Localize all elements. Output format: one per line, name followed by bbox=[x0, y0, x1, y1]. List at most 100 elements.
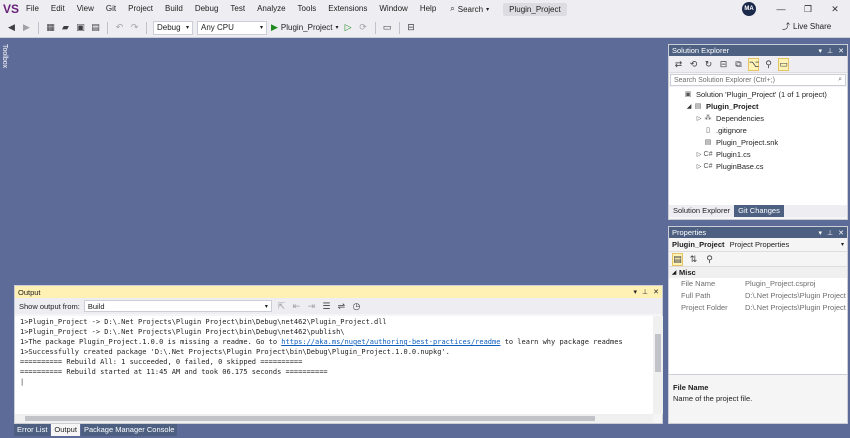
menu-item-test[interactable]: Test bbox=[224, 0, 251, 18]
toolbar-separator bbox=[107, 21, 108, 34]
property-value[interactable]: Plugin_Project.csproj bbox=[745, 278, 847, 290]
horizontal-scrollbar[interactable] bbox=[15, 414, 653, 423]
find-message-icon[interactable]: ⇱ bbox=[276, 301, 287, 312]
tab-error-list[interactable]: Error List bbox=[14, 424, 51, 436]
tab-solution-explorer[interactable]: Solution Explorer bbox=[669, 205, 734, 217]
collapse-all-icon[interactable]: ⊟ bbox=[718, 59, 729, 70]
expand-toggle-icon[interactable]: ◢ bbox=[685, 103, 693, 110]
menu-item-view[interactable]: View bbox=[71, 0, 100, 18]
save-icon[interactable]: ▣ bbox=[75, 22, 86, 33]
tree-item[interactable]: ▷ C# PluginBase.cs bbox=[669, 160, 847, 172]
close-icon[interactable]: ✕ bbox=[838, 47, 844, 55]
tree-item[interactable]: ◢ ▤ Plugin_Project bbox=[669, 100, 847, 112]
tree-item-label: PluginBase.cs bbox=[716, 161, 764, 171]
properties-icon[interactable]: ⚲ bbox=[763, 59, 774, 70]
scrollbar-thumb[interactable] bbox=[25, 416, 595, 421]
properties-object-select[interactable]: Plugin_Project Project Properties ▾ bbox=[669, 238, 847, 252]
solution-explorer-panel: Solution Explorer ▾ ⊥ ✕ ⇄ ⟲ ↻ ⊟ ⧉ ⌥ ⚲ ▭ … bbox=[668, 44, 848, 220]
configuration-select[interactable]: Debug ▾ bbox=[153, 20, 193, 35]
alphabetical-icon[interactable]: ⇅ bbox=[688, 254, 699, 265]
hot-reload-icon[interactable]: ⟳ bbox=[358, 22, 369, 33]
timestamp-icon[interactable]: ◷ bbox=[351, 301, 362, 312]
minimize-button[interactable]: — bbox=[768, 0, 794, 18]
toolbox-strip[interactable]: Toolbox bbox=[0, 40, 12, 90]
output-text[interactable]: 1>Plugin_Project -> D:\.Net Projects\Plu… bbox=[15, 316, 653, 414]
toolbox-tab[interactable]: Toolbox bbox=[1, 44, 8, 68]
scrollbar-thumb[interactable] bbox=[655, 334, 661, 372]
tree-item[interactable]: ▣ Solution 'Plugin_Project' (1 of 1 proje… bbox=[669, 88, 847, 100]
solution-search-input[interactable]: Search Solution Explorer (Ctrl+;) ⌕ bbox=[670, 74, 846, 86]
filter-icon[interactable]: ⌥ bbox=[748, 57, 759, 71]
property-pages-icon[interactable]: ⚲ bbox=[704, 254, 715, 265]
menu-item-debug[interactable]: Debug bbox=[189, 0, 225, 18]
tree-item[interactable]: ▷ C# Plugin1.cs bbox=[669, 148, 847, 160]
visual-studio-logo-icon: VS bbox=[2, 2, 19, 16]
open-folder-icon[interactable]: ▰ bbox=[60, 22, 71, 33]
previous-message-icon[interactable]: ⇤ bbox=[291, 301, 302, 312]
tree-item[interactable]: ▤ Plugin_Project.snk bbox=[669, 136, 847, 148]
property-row[interactable]: Full Path D:\.Net Projects\Plugin Project bbox=[669, 290, 847, 302]
tab-git-changes[interactable]: Git Changes bbox=[734, 205, 784, 217]
tab-output[interactable]: Output bbox=[51, 424, 80, 436]
menu-item-project[interactable]: Project bbox=[122, 0, 159, 18]
close-icon[interactable]: ✕ bbox=[653, 288, 659, 296]
pin-icon[interactable]: ⊥ bbox=[642, 288, 648, 296]
output-line: 1>The package Plugin_Project.1.0.0 is mi… bbox=[20, 337, 648, 347]
property-value[interactable]: D:\.Net Projects\Plugin Project bbox=[745, 302, 847, 314]
window-position-icon[interactable]: ▾ bbox=[819, 47, 823, 55]
close-button[interactable]: ✕ bbox=[822, 0, 848, 18]
pin-icon[interactable]: ⊥ bbox=[827, 229, 833, 237]
menu-item-build[interactable]: Build bbox=[159, 0, 189, 18]
tab-package-manager-console[interactable]: Package Manager Console bbox=[80, 424, 178, 436]
toolbar-separator bbox=[374, 21, 376, 34]
property-value[interactable]: D:\.Net Projects\Plugin Project bbox=[745, 290, 847, 302]
redo-icon[interactable]: ↷ bbox=[129, 22, 140, 33]
property-row[interactable]: Project Folder D:\.Net Projects\Plugin Pr… bbox=[669, 302, 847, 314]
menu-item-help[interactable]: Help bbox=[414, 0, 442, 18]
refresh-icon[interactable]: ↻ bbox=[703, 59, 714, 70]
property-row[interactable]: File Name Plugin_Project.csproj bbox=[669, 278, 847, 290]
next-message-icon[interactable]: ⇥ bbox=[306, 301, 317, 312]
history-icon[interactable]: ⟲ bbox=[688, 59, 699, 70]
start-without-debugging-icon[interactable]: ▷ bbox=[343, 22, 354, 33]
new-project-icon[interactable]: ▦ bbox=[45, 22, 56, 33]
window-position-icon[interactable]: ▾ bbox=[634, 288, 638, 296]
browse-icon[interactable]: ▭ bbox=[382, 22, 393, 33]
layout-icon[interactable]: ⊟ bbox=[406, 22, 417, 33]
output-link[interactable]: https://aka.ms/nuget/authoring-best-prac… bbox=[281, 338, 500, 346]
menu-item-extensions[interactable]: Extensions bbox=[322, 0, 373, 18]
word-wrap-icon[interactable]: ⇌ bbox=[336, 301, 347, 312]
output-source-select[interactable]: Build ▾ bbox=[83, 300, 272, 312]
avatar[interactable]: MA bbox=[742, 2, 756, 16]
back-icon[interactable]: ◀ bbox=[6, 22, 17, 33]
menu-item-tools[interactable]: Tools bbox=[292, 0, 323, 18]
window-position-icon[interactable]: ▾ bbox=[819, 229, 823, 237]
search-button[interactable]: ⌕ Search ▾ bbox=[450, 4, 489, 14]
clear-all-icon[interactable]: ☰ bbox=[321, 301, 332, 312]
menu-item-file[interactable]: File bbox=[20, 0, 45, 18]
save-all-icon[interactable]: ▤ bbox=[90, 22, 101, 33]
tree-item[interactable]: ▯ .gitignore bbox=[669, 124, 847, 136]
close-icon[interactable]: ✕ bbox=[838, 229, 844, 237]
undo-icon[interactable]: ↶ bbox=[114, 22, 125, 33]
menu-item-git[interactable]: Git bbox=[100, 0, 122, 18]
sync-icon[interactable]: ⇄ bbox=[673, 59, 684, 70]
expand-toggle-icon[interactable]: ▷ bbox=[695, 163, 703, 170]
live-share-button[interactable]: ⤴ Live Share bbox=[782, 21, 831, 32]
restore-button[interactable]: ❐ bbox=[795, 0, 821, 18]
property-category[interactable]: ◢ Misc bbox=[669, 267, 847, 278]
menu-item-edit[interactable]: Edit bbox=[45, 0, 71, 18]
menu-item-window[interactable]: Window bbox=[373, 0, 413, 18]
platform-select[interactable]: Any CPU ▾ bbox=[197, 20, 267, 35]
categorized-icon[interactable]: ▤ bbox=[672, 252, 683, 266]
show-all-files-icon[interactable]: ⧉ bbox=[733, 59, 744, 70]
pin-icon[interactable]: ⊥ bbox=[827, 47, 833, 55]
tree-item[interactable]: ▷ ⁂ Dependencies bbox=[669, 112, 847, 124]
preview-icon[interactable]: ▭ bbox=[778, 57, 789, 71]
run-button[interactable]: ▶ Plugin_Project ▾ bbox=[271, 22, 339, 33]
forward-icon[interactable]: ▶ bbox=[21, 22, 32, 33]
expand-toggle-icon[interactable]: ▷ bbox=[695, 115, 703, 122]
vertical-scrollbar[interactable] bbox=[653, 316, 663, 414]
expand-toggle-icon[interactable]: ▷ bbox=[695, 151, 703, 158]
menu-item-analyze[interactable]: Analyze bbox=[251, 0, 291, 18]
